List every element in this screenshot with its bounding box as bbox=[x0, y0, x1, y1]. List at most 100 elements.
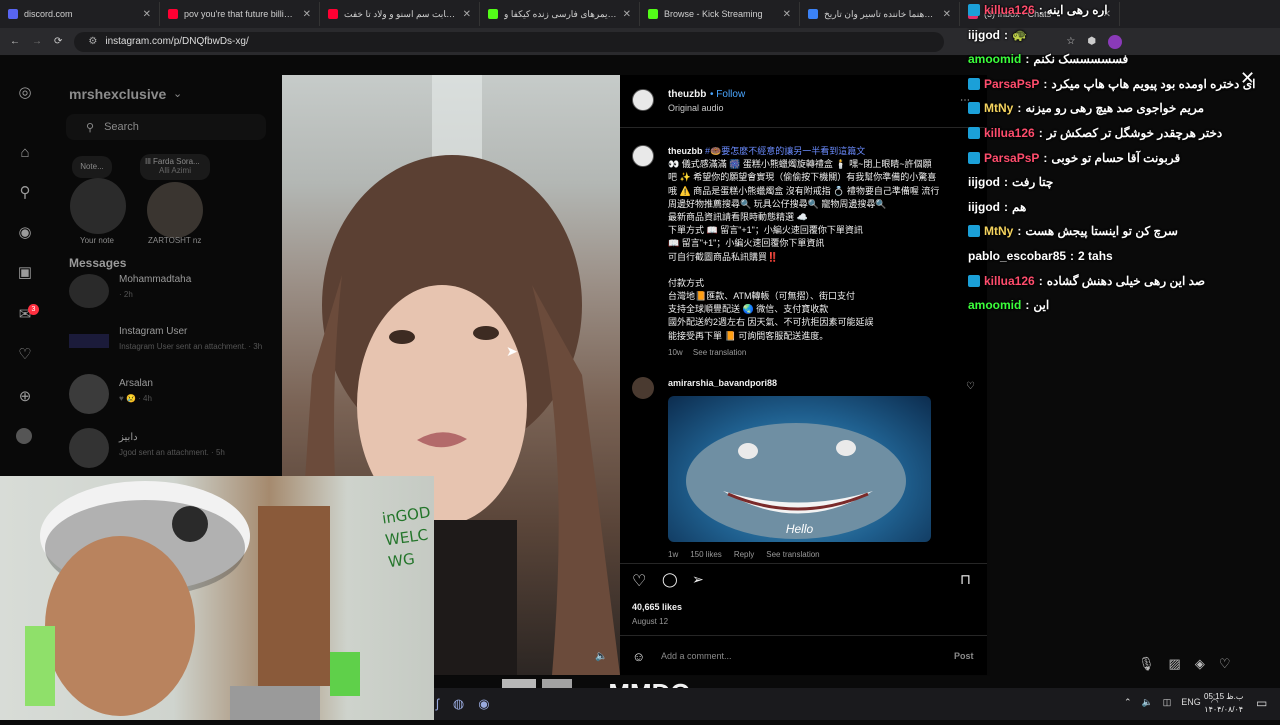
profile-icon[interactable] bbox=[16, 428, 32, 444]
conversation-item[interactable]: دابیز Jgod sent an attachment. · 5h bbox=[69, 428, 269, 470]
chat-username: ParsaPsP bbox=[984, 76, 1040, 91]
see-translation-link[interactable]: See translation bbox=[693, 348, 746, 357]
comment-likes[interactable]: 150 likes bbox=[690, 550, 722, 559]
note-bubble[interactable]: Ill Farda Sora... Alli Azimi bbox=[140, 154, 210, 180]
post-panel: theuzbb • Follow Original audio ⋯ theuzb… bbox=[620, 75, 987, 675]
see-translation-link[interactable]: See translation bbox=[766, 550, 819, 559]
caption-line: 哦 ⚠️ 商品是蛋糕小熊蠟燭盒 沒有附戒指 💍 禮物要自己準備喔 流行 bbox=[668, 185, 940, 196]
chevron-down-icon[interactable]: ⌄ bbox=[173, 87, 182, 100]
share-icon[interactable]: ➢ bbox=[692, 571, 704, 588]
search-input[interactable]: ⚲ Search bbox=[66, 114, 266, 140]
like-count[interactable]: 40,665 likes bbox=[632, 602, 682, 612]
caption-author[interactable]: theuzbb bbox=[668, 146, 703, 156]
caption-author-avatar[interactable] bbox=[632, 145, 654, 167]
subscriber-badge-icon bbox=[968, 274, 980, 287]
reels-icon[interactable]: ▣ bbox=[16, 264, 34, 282]
explore-icon[interactable]: ◉ bbox=[16, 224, 34, 242]
url-field[interactable]: ⚙ instagram.com/p/DNQfbwDs-xg/ bbox=[74, 31, 945, 52]
back-icon[interactable]: ← bbox=[10, 36, 20, 47]
steam-icon[interactable]: ◍ bbox=[453, 696, 464, 712]
browser-tab[interactable]: بابک رهنما خاننده تاسیر وان تاریخ ✕ bbox=[800, 2, 960, 26]
tab-favicon-icon bbox=[328, 9, 338, 19]
conversation-item[interactable]: Arsalan ♥ 😢 · 4h bbox=[69, 374, 269, 416]
comment-input[interactable]: Add a comment... bbox=[661, 651, 921, 661]
caption-line: 周邊好物推薦搜尋🔍 玩具公仔搜尋🔍 寵物周邊搜尋🔍 bbox=[668, 198, 887, 209]
commenter-username[interactable]: amirarshia_bavandpori88 bbox=[668, 378, 777, 388]
comment-icon[interactable]: ◯ bbox=[662, 571, 678, 588]
author-avatar[interactable] bbox=[632, 89, 654, 111]
save-bookmark-icon[interactable]: ⊓ bbox=[960, 571, 971, 588]
mute-icon[interactable]: 🔈 bbox=[595, 651, 607, 662]
conversation-item[interactable]: Instagram User Instagram User sent an at… bbox=[69, 326, 279, 366]
conversation-item[interactable]: Mohammadtaha · 2h bbox=[69, 274, 269, 314]
microphone-icon[interactable]: 🎙 bbox=[1138, 656, 1155, 672]
caption-line: 📖 留言"+1"；小編火速回覆你下單資訊 bbox=[668, 238, 825, 249]
volume-icon[interactable]: 🔈 bbox=[1142, 697, 1153, 708]
sticker-icon[interactable]: ◈ bbox=[1195, 656, 1205, 672]
browser-tab[interactable]: از رقابت سم اسنو و ولاد تا خفت ✕ bbox=[320, 2, 480, 26]
chat-text: هم bbox=[1012, 199, 1027, 214]
chat-separator: : bbox=[1043, 150, 1048, 165]
home-icon[interactable]: ⌂ bbox=[16, 144, 34, 162]
image-icon[interactable]: ▨ bbox=[1169, 656, 1181, 672]
chat-username: iijgod bbox=[968, 199, 1000, 214]
tab-close-icon[interactable]: ✕ bbox=[943, 9, 951, 20]
search-icon[interactable]: ⚲ bbox=[16, 184, 34, 202]
tab-close-icon[interactable]: ✕ bbox=[143, 9, 151, 20]
forward-icon[interactable]: → bbox=[32, 36, 42, 47]
chat-username: MtNy bbox=[984, 101, 1014, 116]
chevron-up-icon[interactable]: ⌃ bbox=[1124, 697, 1132, 708]
chat-separator: : bbox=[1038, 273, 1043, 288]
taskbar: ʃ ◍ ◉ ⌃ 🔈 ◫ ENG ◠ 05:15 ب.ظ ۱۴۰۴/۰۸/۰۴ ▭ bbox=[434, 688, 1280, 720]
audio-label[interactable]: Original audio bbox=[668, 103, 724, 113]
your-avatar[interactable] bbox=[70, 178, 126, 234]
browser-tab[interactable]: Browse - Kick Streaming ✕ bbox=[640, 2, 800, 26]
tab-close-icon[interactable]: ✕ bbox=[623, 9, 631, 20]
contact-avatar[interactable] bbox=[147, 182, 203, 238]
app-icon[interactable]: ʃ bbox=[436, 696, 439, 712]
commenter-avatar[interactable] bbox=[632, 377, 654, 399]
comment-gif[interactable]: Hello bbox=[668, 396, 931, 542]
chat-separator: : bbox=[1043, 76, 1048, 91]
tab-close-icon[interactable]: ✕ bbox=[303, 9, 311, 20]
avatar bbox=[69, 274, 109, 308]
gif-caption: Hello bbox=[785, 522, 814, 536]
note-bubble[interactable]: Note... bbox=[72, 156, 112, 178]
author-username[interactable]: theuzbb bbox=[668, 89, 706, 100]
chat-message: killua126 : دختر هرچقدر خوشگل تر کصکش تر bbox=[968, 123, 1272, 143]
language-indicator[interactable]: ENG bbox=[1181, 697, 1201, 708]
like-icon[interactable]: ♡ bbox=[632, 571, 646, 591]
browser-tab[interactable]: استریمرهای فارسی زنده کیکفا و ✕ bbox=[480, 2, 640, 26]
follow-button[interactable]: • Follow bbox=[710, 89, 745, 100]
conversation-preview: Jgod sent an attachment. · 5h bbox=[119, 448, 225, 457]
post-button[interactable]: Post bbox=[954, 651, 974, 661]
caption-hashtag[interactable]: #🍩要怎麼不經意的讓另一半看到這篇文 bbox=[705, 146, 865, 156]
notification-center-icon[interactable]: ▭ bbox=[1256, 696, 1267, 710]
notification-badge: 3 bbox=[28, 304, 39, 315]
chat-message: amoomid : این bbox=[968, 295, 1272, 315]
browser-tab[interactable]: pov you're that future billionaire ✕ bbox=[160, 2, 320, 26]
discord-icon[interactable]: ◉ bbox=[478, 696, 489, 712]
comment-like-icon[interactable]: ♡ bbox=[966, 381, 975, 392]
emoji-icon[interactable]: ☺ bbox=[632, 649, 645, 664]
heart-icon[interactable]: ♡ bbox=[16, 346, 34, 364]
chat-message: iijgod : 🐢 bbox=[968, 25, 1272, 45]
tab-close-icon[interactable]: ✕ bbox=[463, 9, 471, 20]
reply-link[interactable]: Reply bbox=[734, 550, 754, 559]
account-username[interactable]: mrshexclusive bbox=[69, 86, 166, 102]
tab-title: بابک رهنما خاننده تاسیر وان تاریخ bbox=[824, 8, 937, 19]
chat-message: ParsaPsP : ای دختره اومده بود پیویم هاپ … bbox=[968, 74, 1272, 94]
network-icon[interactable]: ◫ bbox=[1163, 697, 1172, 708]
reload-icon[interactable]: ⟳ bbox=[54, 36, 62, 47]
instagram-logo-icon[interactable]: ◎ bbox=[16, 84, 34, 102]
create-icon[interactable]: ⊕ bbox=[16, 388, 34, 406]
heart-icon[interactable]: ♡ bbox=[1219, 656, 1231, 672]
tab-close-icon[interactable]: ✕ bbox=[783, 9, 791, 20]
comment-meta: 1w 150 likes Reply See translation bbox=[668, 550, 820, 559]
note-subtext: Alli Azimi bbox=[158, 166, 191, 175]
conversation-preview: Instagram User sent an attachment. · 3h bbox=[119, 342, 263, 351]
clock[interactable]: 05:15 ب.ظ ۱۴۰۴/۰۸/۰۴ bbox=[1204, 690, 1243, 716]
clock-time: 05:15 ب.ظ bbox=[1204, 692, 1244, 701]
browser-tab[interactable]: discord.com ✕ bbox=[0, 2, 160, 26]
site-info-icon[interactable]: ⚙ bbox=[88, 36, 97, 47]
